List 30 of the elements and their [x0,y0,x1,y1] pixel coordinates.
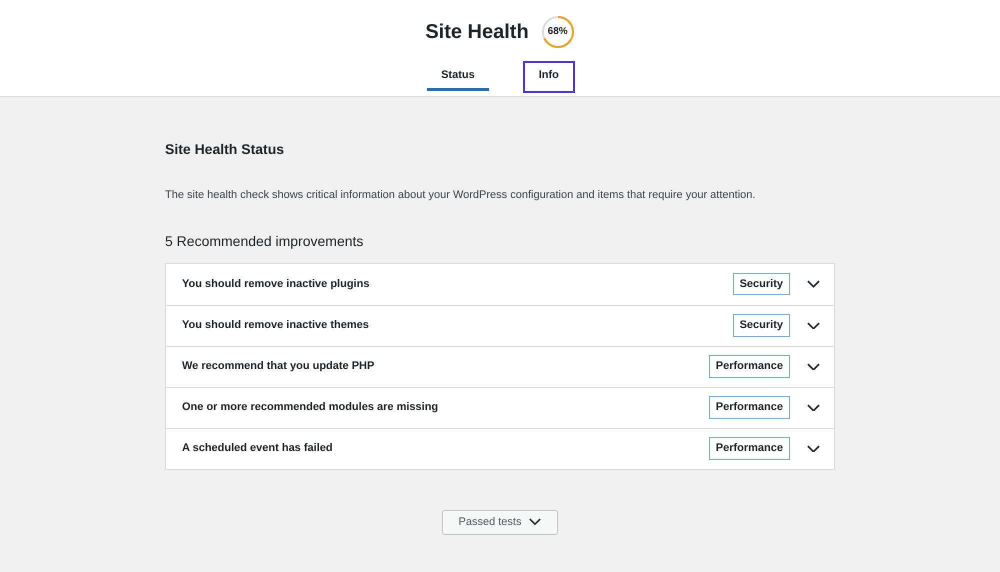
item-title: We recommend that you update PHP [182,359,376,374]
section-heading: Site Health Status [165,140,286,159]
improvement-item[interactable]: We recommend that you update PHP Performance [166,346,834,386]
description: The site health check shows critical information about your WordPress configuration and items that require your attention. [165,188,756,203]
category-tag: Security [732,272,790,296]
improvement-item[interactable]: A scheduled event has failed Performance [166,428,834,468]
score-ring [540,15,575,49]
tab[interactable]: Status [427,63,489,91]
chevron-icon [807,322,820,330]
tab[interactable]: Info [524,63,573,91]
category-tag: Performance [708,355,790,378]
page-title: Site Health [425,20,529,45]
improvements-heading: 5 Recommended improvements [165,232,364,251]
category-tag: Performance [708,437,790,460]
category-tag: Performance [708,396,790,419]
chevron-icon [529,518,542,526]
item-title: A scheduled event has failed [182,441,334,456]
score-value: 68% [548,27,568,37]
item-title: You should remove inactive plugins [182,276,370,292]
item-title: You should remove inactive themes [182,318,370,334]
chevron-icon [807,444,820,452]
improvement-item[interactable]: You should remove inactive themes Security [166,304,834,346]
chevron-icon [807,280,820,288]
item-title: One or more recommended modules are missing [182,400,440,416]
improvement-item[interactable]: You should remove inactive plugins Security [166,264,834,304]
improvement-item[interactable]: One or more recommended modules are missing Performance [166,386,834,428]
chevron-icon [807,404,820,412]
chevron-icon [807,362,820,370]
passed-tests-button[interactable]: Passed tests [442,510,558,534]
category-tag: Security [732,314,790,337]
